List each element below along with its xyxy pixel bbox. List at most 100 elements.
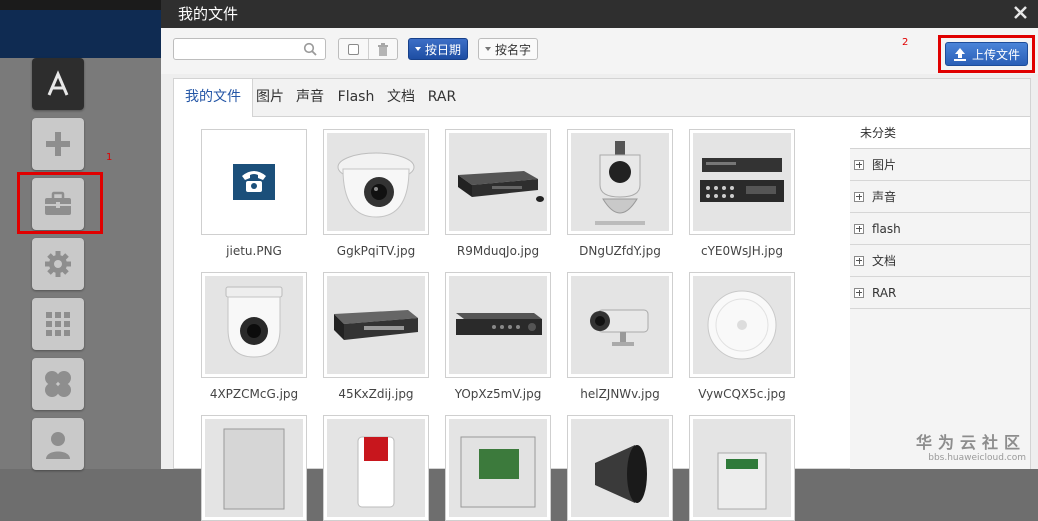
category-item-flash[interactable]: flash [850, 213, 1030, 245]
sort-by-name-label: 按名字 [494, 42, 531, 57]
file-thumbnail[interactable] [445, 415, 551, 521]
annotation-number-1: 1 [106, 152, 113, 163]
settings-gear-icon[interactable] [32, 238, 84, 290]
expand-icon[interactable] [854, 223, 864, 234]
sort-by-date-label: 按日期 [424, 42, 461, 57]
file-item[interactable]: helZJNWv.jpg [567, 272, 673, 401]
tab-rar[interactable]: RAR [422, 79, 462, 116]
file-dialog: 我的文件 按日期 按名字 2 上传文件 我的文件 图片 声音 Flash 文档 [161, 0, 1038, 521]
search-icon[interactable] [303, 42, 317, 56]
file-name: DNgUZfdY.jpg [579, 244, 661, 258]
user-icon[interactable] [32, 418, 84, 470]
file-thumbnail[interactable] [689, 415, 795, 521]
checkbox-icon [347, 43, 359, 55]
dialog-title-bar: 我的文件 [161, 0, 1038, 28]
chevron-down-icon [414, 47, 421, 51]
ceiling-sensor-image [707, 290, 777, 360]
file-name: cYE0WsJH.jpg [701, 244, 783, 258]
file-thumbnail[interactable] [323, 129, 429, 235]
file-thumbnail[interactable] [567, 129, 673, 235]
search-input[interactable] [178, 41, 300, 59]
file-item[interactable] [201, 415, 307, 521]
file-item[interactable] [567, 415, 673, 521]
app-sidebar [0, 58, 162, 470]
file-name: R9MduqJo.jpg [456, 244, 540, 258]
dvr-front-back-image [700, 158, 784, 202]
dome-camera-image [337, 152, 415, 218]
file-thumbnail[interactable] [689, 129, 795, 235]
dvr-recorder-image [458, 171, 544, 202]
file-thumbnail[interactable] [689, 272, 795, 378]
file-thumbnail[interactable] [323, 415, 429, 521]
category-item-documents[interactable]: 文档 [850, 245, 1030, 277]
category-uncategorized[interactable]: 未分类 [850, 117, 1030, 149]
trash-icon [377, 42, 388, 56]
toolbar: 按日期 按名字 [161, 28, 1038, 74]
file-item[interactable] [323, 415, 429, 521]
file-item[interactable]: 4XPZCMcG.jpg [201, 272, 307, 401]
sort-by-date-button[interactable]: 按日期 [408, 38, 468, 60]
close-icon[interactable] [1013, 5, 1028, 20]
file-item[interactable]: GgkPqiTV.jpg [323, 129, 429, 258]
file-name: 4XPZCMcG.jpg [209, 387, 299, 401]
file-browser-panel: 我的文件 图片 声音 Flash 文档 RAR jietu.PNG GgkPqi… [173, 78, 1031, 521]
file-item[interactable]: VywCQX5c.jpg [689, 272, 795, 401]
delete-button[interactable] [369, 39, 398, 59]
expand-icon[interactable] [854, 191, 864, 202]
upload-label: 上传文件 [971, 47, 1020, 62]
file-thumbnail[interactable] [567, 415, 673, 521]
apps-grid-icon[interactable] [32, 298, 84, 350]
file-item[interactable]: DNgUZfdY.jpg [567, 129, 673, 258]
file-thumbnail[interactable] [201, 272, 307, 378]
file-thumbnail[interactable] [201, 415, 307, 521]
file-item[interactable]: R9MduqJo.jpg [445, 129, 551, 258]
category-item-rar[interactable]: RAR [850, 277, 1030, 309]
clover-icon[interactable] [32, 358, 84, 410]
file-name: YOpXz5mV.jpg [454, 387, 542, 401]
category-item-images[interactable]: 图片 [850, 149, 1030, 181]
chevron-down-icon [484, 47, 491, 51]
file-grid: jietu.PNG GgkPqiTV.jpg R9MduqJo.jpg DNgU… [174, 117, 850, 521]
app-store-icon[interactable] [32, 58, 84, 110]
watermark: 华为云社区 bbs.huaweicloud.com [916, 429, 1026, 463]
alarm-siren-image [357, 436, 395, 508]
select-all-checkbox[interactable] [339, 39, 369, 59]
file-item[interactable]: 45KxZdij.jpg [323, 272, 429, 401]
file-thumbnail[interactable] [567, 272, 673, 378]
circuit-box-image [460, 436, 536, 508]
file-item[interactable]: jietu.PNG [201, 129, 307, 258]
horn-speaker-image [595, 445, 647, 503]
dvr-recorder-image [334, 310, 418, 340]
dialog-title: 我的文件 [178, 5, 239, 23]
file-name: 45KxZdij.jpg [338, 387, 414, 401]
tab-documents[interactable]: 文档 [380, 79, 422, 116]
file-item[interactable] [445, 415, 551, 521]
upload-file-button[interactable]: 上传文件 [945, 42, 1028, 66]
expand-icon[interactable] [854, 159, 864, 170]
file-item[interactable]: YOpXz5mV.jpg [445, 272, 551, 401]
file-thumbnail[interactable] [201, 129, 307, 235]
category-sidebar: 未分类 图片 声音 flash 文档 RAR [850, 117, 1030, 469]
watermark-url: bbs.huaweicloud.com [928, 453, 1026, 463]
file-thumbnail[interactable] [323, 272, 429, 378]
file-thumbnail[interactable] [445, 129, 551, 235]
tab-images[interactable]: 图片 [252, 79, 288, 116]
dome-camera-image [225, 286, 283, 358]
file-name: VywCQX5c.jpg [698, 387, 786, 401]
file-thumbnail[interactable] [445, 272, 551, 378]
tab-audio[interactable]: 声音 [288, 79, 332, 116]
expand-icon[interactable] [854, 255, 864, 266]
tab-flash[interactable]: Flash [332, 79, 380, 116]
bullet-camera-image [590, 309, 649, 346]
category-label: 声音 [872, 190, 897, 204]
category-item-audio[interactable]: 声音 [850, 181, 1030, 213]
metal-box-image [223, 428, 285, 510]
file-item[interactable]: cYE0WsJH.jpg [689, 129, 795, 258]
file-item[interactable] [689, 415, 795, 521]
expand-icon[interactable] [854, 287, 864, 298]
annotation-number-2: 2 [902, 37, 909, 48]
sort-by-name-button[interactable]: 按名字 [478, 38, 538, 60]
search-box[interactable] [173, 38, 326, 60]
tab-my-files[interactable]: 我的文件 [174, 79, 253, 117]
add-icon[interactable] [32, 118, 84, 170]
